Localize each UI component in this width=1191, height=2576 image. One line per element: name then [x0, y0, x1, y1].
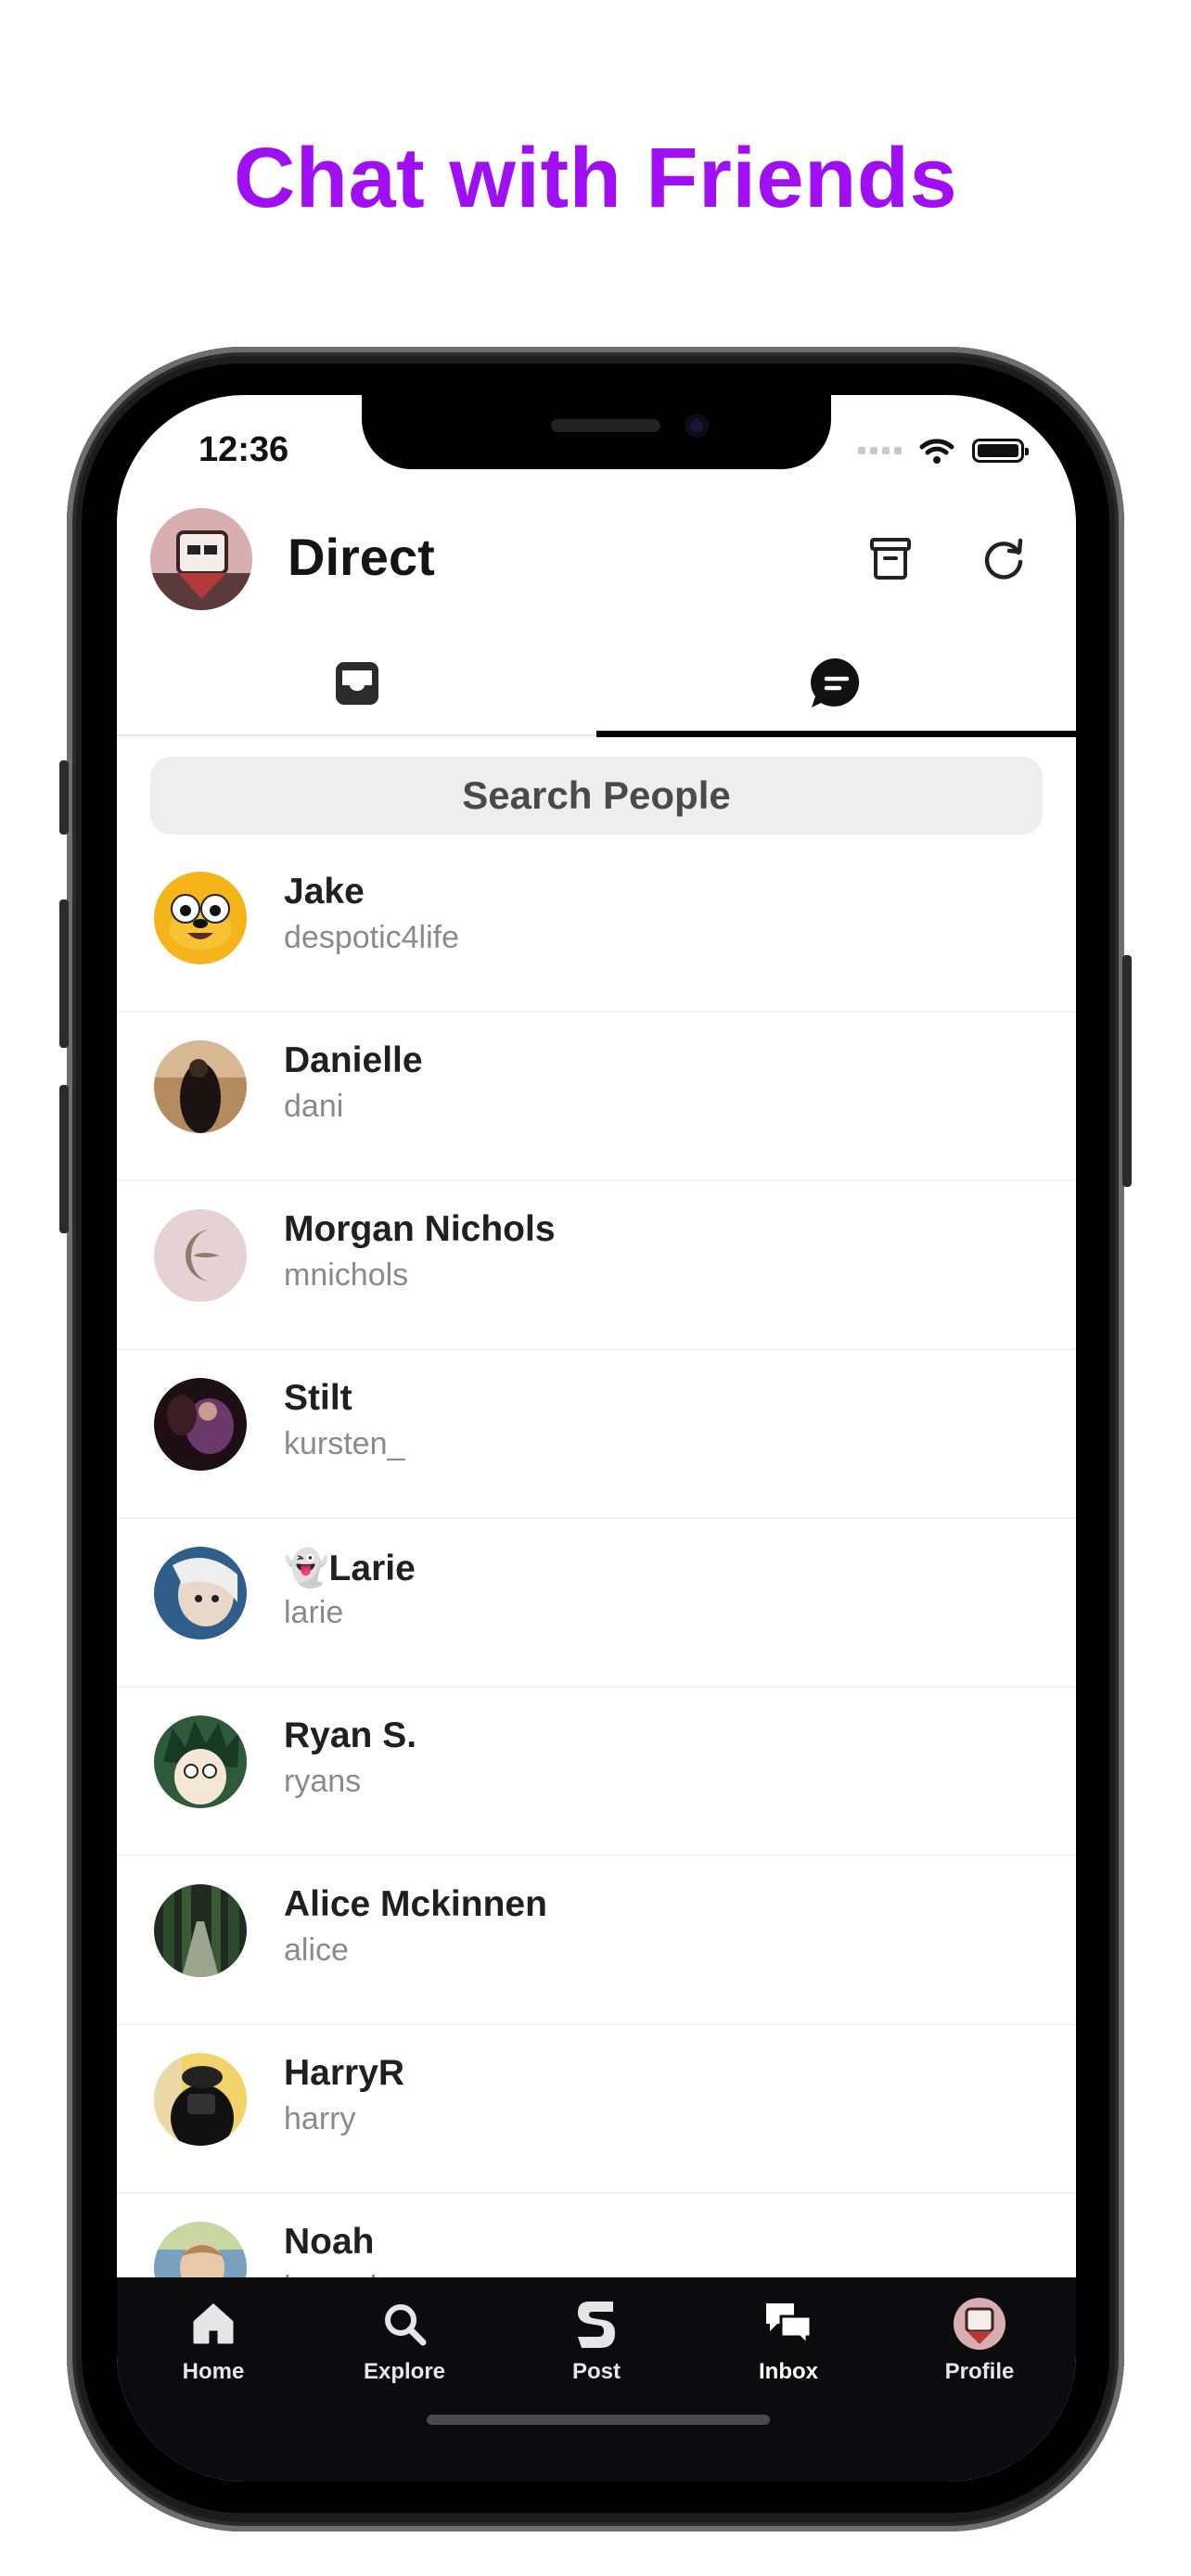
contact-name: HarryR: [284, 2053, 405, 2093]
promo-headline: Chat with Friends: [233, 131, 958, 225]
post-logo-icon: [578, 2302, 615, 2348]
contact-name: Stilt: [284, 1378, 352, 1418]
tab-chats[interactable]: [596, 632, 1076, 734]
contact-username: larie: [284, 1595, 344, 1630]
contact-name: 👻Larie: [284, 1549, 416, 1588]
contact-row[interactable]: 👻Larie larie: [117, 1519, 1076, 1688]
contact-avatar: [154, 1378, 247, 1471]
contact-name: Jake: [284, 872, 365, 912]
tabbar-post-label: Post: [571, 2359, 621, 2384]
contact-avatar: [154, 1884, 247, 1977]
status-time: 12:36: [198, 430, 289, 469]
tab-selected-indicator: [596, 731, 1076, 737]
status-icons: [858, 432, 1029, 469]
tabbar-home[interactable]: Home: [139, 2294, 288, 2385]
tabbar-explore-label: Explore: [363, 2359, 446, 2384]
contact-row[interactable]: Morgan Nichols mnichols: [117, 1181, 1076, 1350]
phone-volume-down: [59, 1085, 69, 1233]
contact-list: Jake despotic4life Danielle dani Morgan …: [117, 844, 1076, 2363]
home-icon: [193, 2303, 234, 2344]
chat-bubble-icon: [810, 657, 859, 708]
battery-icon: [972, 439, 1029, 463]
archive-icon[interactable]: [864, 532, 916, 584]
contact-row[interactable]: Jake despotic4life: [117, 844, 1076, 1013]
home-indicator[interactable]: [427, 2415, 770, 2425]
contact-avatar: [154, 1715, 247, 1808]
contact-username: dani: [284, 1089, 344, 1124]
contact-avatar: [154, 1547, 247, 1639]
contact-username: harry: [284, 2101, 356, 2136]
contact-name: Ryan S.: [284, 1715, 417, 1755]
contact-username: kursten_: [284, 1426, 405, 1461]
tab-inbox[interactable]: [117, 632, 596, 734]
contact-name: Morgan Nichols: [284, 1209, 556, 1249]
contact-username: mnichols: [284, 1257, 409, 1293]
refresh-icon[interactable]: [978, 532, 1030, 584]
tabbar-explore[interactable]: Explore: [330, 2294, 479, 2385]
wifi-icon: [919, 439, 954, 464]
contact-username: alice: [284, 1932, 349, 1968]
contact-avatar: [154, 1209, 247, 1302]
front-camera: [685, 414, 709, 438]
tabbar-post[interactable]: Post: [522, 2294, 671, 2385]
bottom-tab-bar: Home Explore Post Inbox Profile: [117, 2277, 1076, 2481]
search-icon: [385, 2304, 427, 2346]
contact-avatar: [154, 1040, 247, 1133]
tabbar-inbox[interactable]: Inbox: [714, 2294, 863, 2385]
notch: [362, 395, 831, 469]
contact-row[interactable]: HarryR harry: [117, 2025, 1076, 2194]
cellular-signal-icon: [858, 447, 902, 454]
phone-volume-up: [59, 899, 69, 1048]
tabbar-home-label: Home: [182, 2359, 245, 2384]
profile-avatar[interactable]: [150, 508, 252, 610]
contact-avatar: [154, 872, 247, 964]
tabbar-profile[interactable]: Profile: [905, 2294, 1054, 2385]
phone-screen: 12:36 Direct Search People Jake despotic…: [117, 395, 1076, 2481]
speaker-grille: [551, 419, 660, 432]
profile-avatar-icon: [954, 2298, 1005, 2350]
phone-mute-switch: [59, 760, 69, 835]
page-title: Direct: [288, 528, 435, 586]
contact-username: ryans: [284, 1764, 362, 1799]
contact-row[interactable]: Danielle dani: [117, 1013, 1076, 1181]
contact-username: despotic4life: [284, 920, 460, 955]
tabbar-profile-label: Profile: [944, 2359, 1015, 2384]
inbox-tray-icon: [335, 662, 378, 705]
contact-row[interactable]: Stilt kursten_: [117, 1350, 1076, 1519]
inbox-chat-icon: [766, 2303, 813, 2348]
inbox-tabs: [117, 632, 1076, 737]
contact-name: Alice Mckinnen: [284, 1884, 547, 1924]
contact-row[interactable]: Ryan S. ryans: [117, 1688, 1076, 1856]
search-people-input[interactable]: Search People: [150, 757, 1043, 835]
contact-name: Danielle: [284, 1040, 423, 1080]
contact-row[interactable]: Alice Mckinnen alice: [117, 1856, 1076, 2025]
contact-avatar: [154, 2053, 247, 2146]
tabbar-inbox-label: Inbox: [759, 2359, 818, 2384]
contact-name: Noah: [284, 2222, 375, 2262]
phone-power-button: [1122, 955, 1132, 1187]
